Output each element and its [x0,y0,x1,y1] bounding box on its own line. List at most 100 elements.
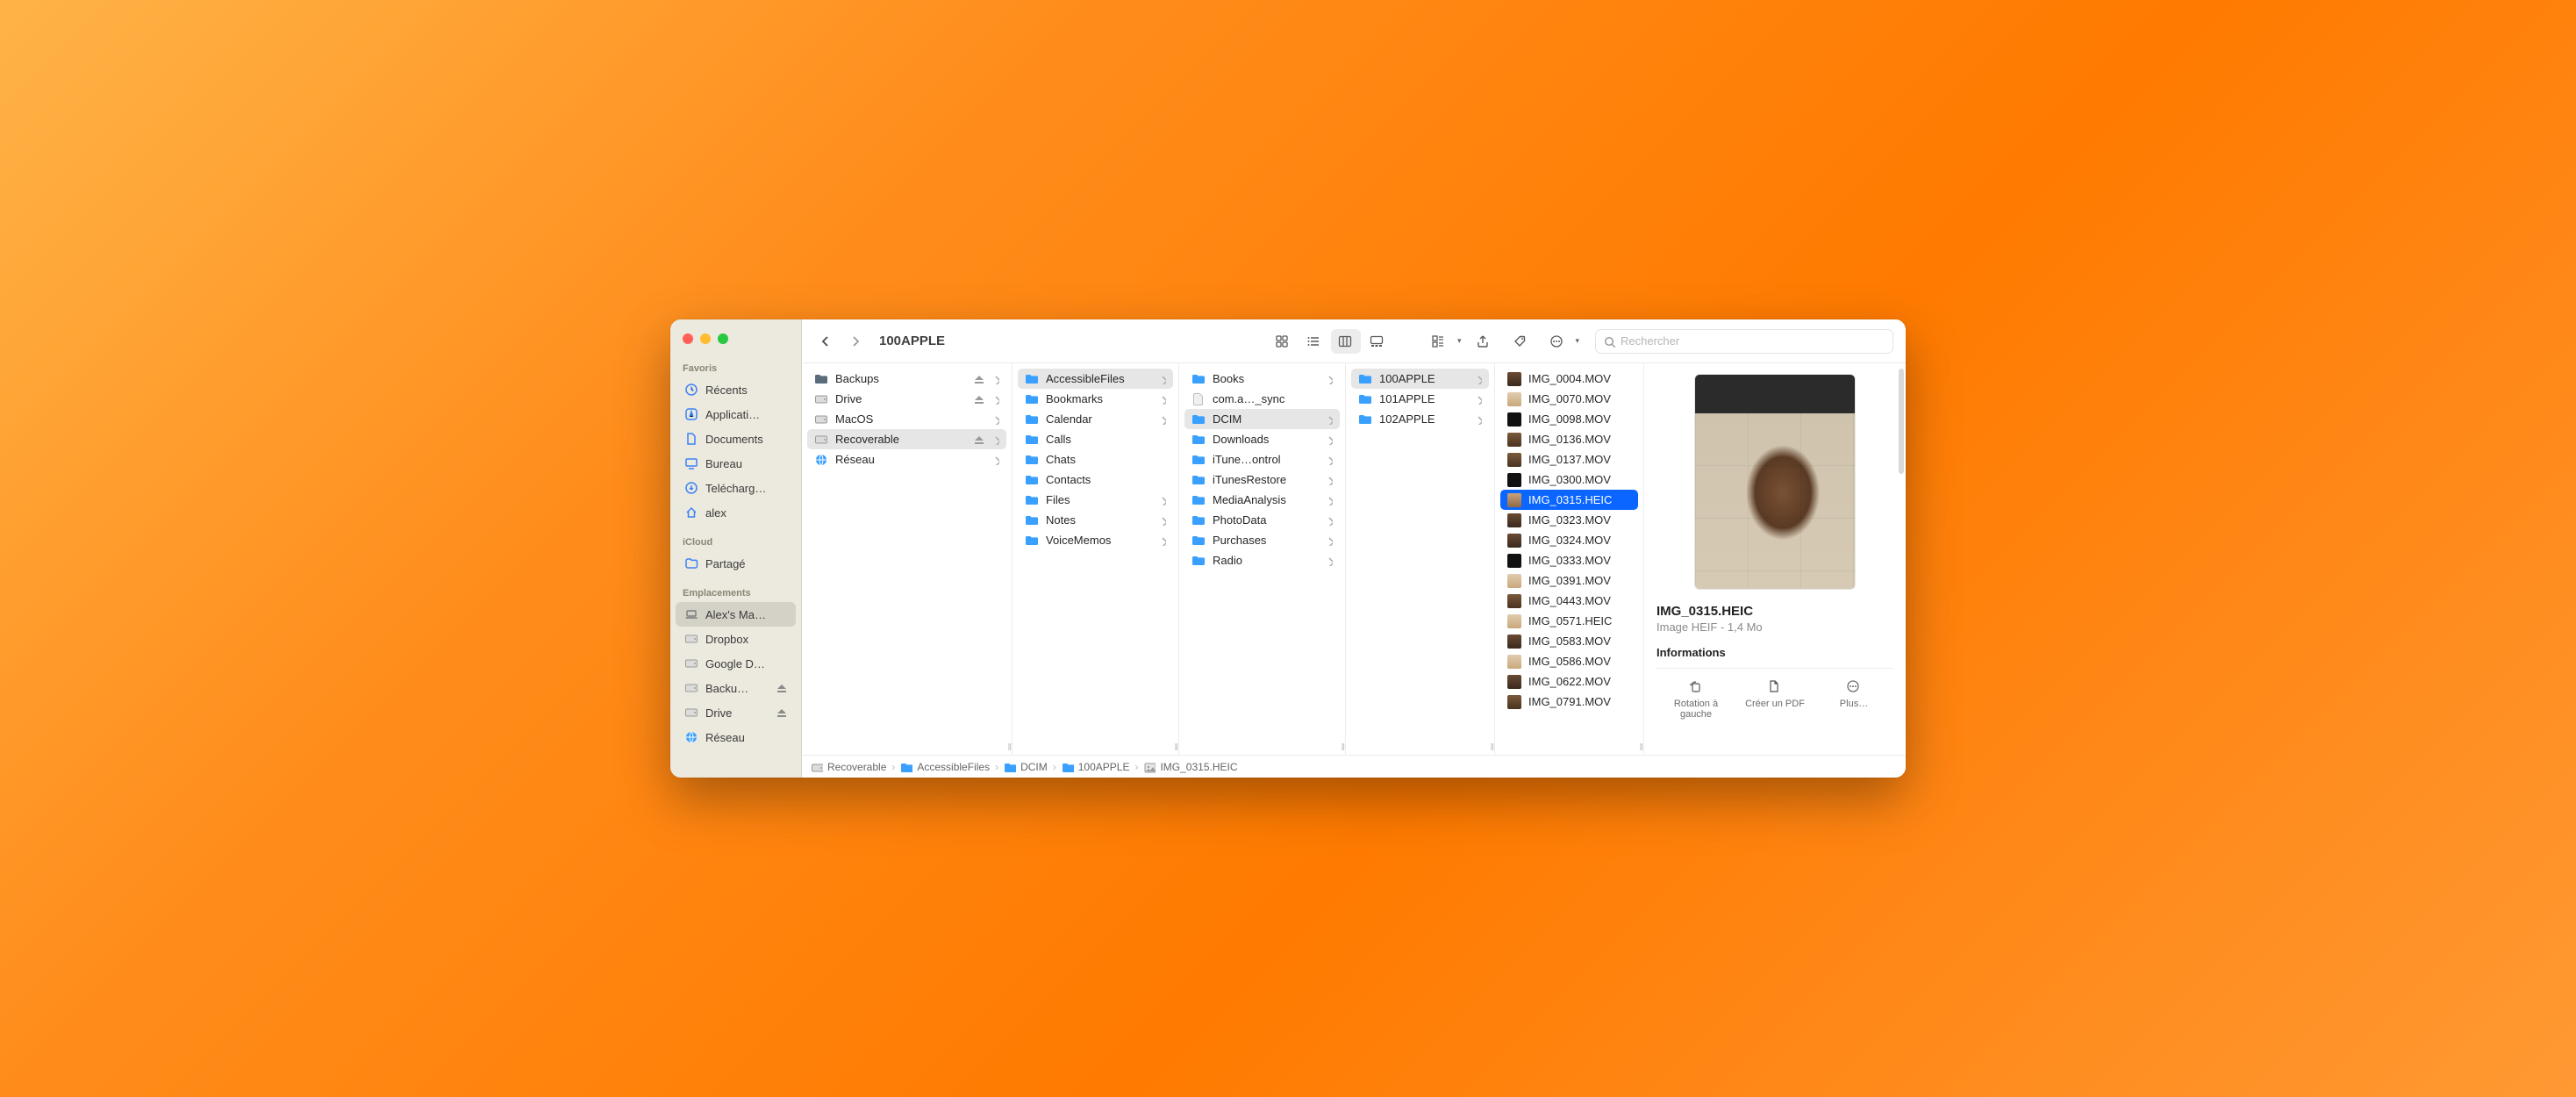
folder-row[interactable]: VoiceMemos [1018,530,1173,550]
nav-forward-button[interactable] [844,329,867,354]
path-separator: › [891,761,895,773]
nav-back-button[interactable] [814,329,837,354]
close-window-button[interactable] [683,333,693,344]
eject-icon[interactable] [972,393,984,405]
sidebar-section-label: Favoris [670,360,801,377]
view-list-button[interactable] [1299,329,1329,354]
sidebar-item[interactable]: Réseau [676,725,796,749]
folder-row[interactable]: Réseau [807,449,1006,470]
folder-row[interactable]: MediaAnalysis [1184,490,1340,510]
folder-row[interactable]: Calls [1018,429,1173,449]
path-component[interactable]: AccessibleFiles [900,761,990,773]
folder-row[interactable]: Chats [1018,449,1173,470]
folder-row[interactable]: AccessibleFiles [1018,369,1173,389]
folder-row[interactable]: Radio [1184,550,1340,570]
path-component[interactable]: Recoverable [811,761,886,773]
folder-row[interactable]: DCIM [1184,409,1340,429]
folder-row[interactable]: Books [1184,369,1340,389]
eject-icon[interactable] [775,682,787,694]
folder-row[interactable]: MacOS [807,409,1006,429]
folder-icon [1025,392,1039,406]
share-button[interactable] [1468,329,1498,354]
file-row[interactable]: IMG_0300.MOV [1500,470,1638,490]
folder-row[interactable]: Backups [807,369,1006,389]
sidebar-item[interactable]: Documents [676,427,796,451]
file-row[interactable]: IMG_0791.MOV [1500,692,1638,712]
eject-icon[interactable] [775,706,787,719]
file-row[interactable]: IMG_0443.MOV [1500,591,1638,611]
sidebar-item-label: Alex's Ma… [705,608,766,621]
column-resize-handle[interactable]: ‖ [1007,742,1010,753]
sidebar-item[interactable]: Bureau [676,451,796,476]
path-separator: › [995,761,998,773]
view-columns-button[interactable] [1331,329,1361,354]
quick-action-rotate[interactable]: Rotation à gauche [1657,678,1735,721]
file-row[interactable]: IMG_0136.MOV [1500,429,1638,449]
eject-icon[interactable] [972,373,984,384]
path-component[interactable]: DCIM [1004,761,1048,773]
file-row[interactable]: IMG_0323.MOV [1500,510,1638,530]
preview-thumbnail[interactable] [1694,374,1856,590]
column-resize-handle[interactable]: ‖ [1490,742,1492,753]
tags-button[interactable] [1505,329,1535,354]
folder-row[interactable]: Calendar [1018,409,1173,429]
folder-row[interactable]: Bookmarks [1018,389,1173,409]
file-row[interactable]: IMG_0586.MOV [1500,651,1638,671]
view-icons-button[interactable] [1268,329,1298,354]
sidebar-item[interactable]: Dropbox [676,627,796,651]
search-input[interactable] [1621,334,1885,348]
file-thumbnail-icon [1507,635,1521,649]
file-row[interactable]: IMG_0333.MOV [1500,550,1638,570]
folder-row[interactable]: Contacts [1018,470,1173,490]
sidebar-item[interactable]: Récents [676,377,796,402]
sidebar-item[interactable]: Drive [676,700,796,725]
file-row[interactable]: IMG_0622.MOV [1500,671,1638,692]
file-row[interactable]: IMG_0583.MOV [1500,631,1638,651]
preview-filename: IMG_0315.HEIC [1657,604,1893,619]
column-resize-handle[interactable]: ‖ [1341,742,1343,753]
folder-row[interactable]: 100APPLE [1351,369,1489,389]
file-row[interactable]: IMG_0070.MOV [1500,389,1638,409]
zoom-window-button[interactable] [718,333,728,344]
view-gallery-button[interactable] [1363,329,1392,354]
column-resize-handle[interactable]: ‖ [1174,742,1177,753]
file-row[interactable]: IMG_0137.MOV [1500,449,1638,470]
sidebar-item[interactable]: Partagé [676,551,796,576]
folder-row[interactable]: 101APPLE [1351,389,1489,409]
file-row[interactable]: IMG_0004.MOV [1500,369,1638,389]
folder-row[interactable]: iTune…ontrol [1184,449,1340,470]
sidebar-item[interactable]: Google D… [676,651,796,676]
search-field[interactable] [1595,329,1893,354]
column-resize-handle[interactable]: ‖ [1639,742,1642,753]
file-row[interactable]: IMG_0391.MOV [1500,570,1638,591]
folder-row[interactable]: iTunesRestore [1184,470,1340,490]
file-row[interactable]: IMG_0571.HEIC [1500,611,1638,631]
more-actions-button[interactable] [1542,329,1571,354]
file-row[interactable]: IMG_0315.HEIC [1500,490,1638,510]
folder-row[interactable]: 102APPLE [1351,409,1489,429]
toolbar: 100APPLE ▾ ▾ [802,319,1906,363]
group-by-button[interactable] [1424,329,1454,354]
folder-row[interactable]: Files [1018,490,1173,510]
path-component[interactable]: 100APPLE [1062,761,1130,773]
folder-row[interactable]: Recoverable [807,429,1006,449]
path-component[interactable]: IMG_0315.HEIC [1143,761,1237,773]
sidebar-item[interactable]: Backu… [676,676,796,700]
file-row[interactable]: IMG_0098.MOV [1500,409,1638,429]
folder-row[interactable]: Downloads [1184,429,1340,449]
file-row[interactable]: com.a…_sync [1184,389,1340,409]
sidebar-item[interactable]: alex [676,500,796,525]
sidebar-item[interactable]: Alex's Ma… [676,602,796,627]
folder-row[interactable]: Purchases [1184,530,1340,550]
folder-row[interactable]: PhotoData [1184,510,1340,530]
minimize-window-button[interactable] [700,333,711,344]
file-row[interactable]: IMG_0324.MOV [1500,530,1638,550]
sidebar-item[interactable]: Telécharg… [676,476,796,500]
folder-row[interactable]: Drive [807,389,1006,409]
eject-icon[interactable] [972,434,984,445]
quick-action-more[interactable]: Plus… [1814,678,1893,721]
folder-row[interactable]: Notes [1018,510,1173,530]
sidebar-item-label: Dropbox [705,633,748,646]
sidebar-item[interactable]: Applicati… [676,402,796,427]
quick-action-pdf[interactable]: Créer un PDF [1735,678,1814,721]
